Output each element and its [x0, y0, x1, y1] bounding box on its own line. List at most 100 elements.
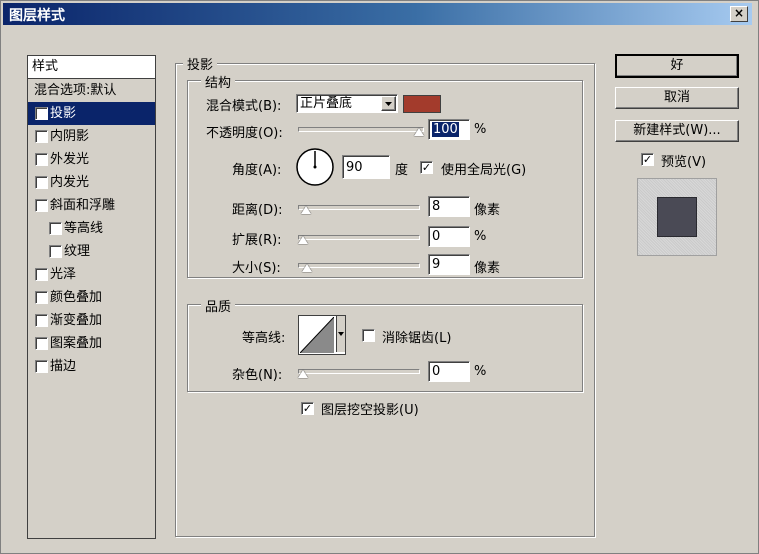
- knockout-checkbox[interactable]: ✓: [301, 402, 314, 415]
- angle-unit: 度: [395, 163, 409, 178]
- style-item[interactable]: 内阴影: [28, 125, 155, 148]
- style-item[interactable]: 内发光: [28, 171, 155, 194]
- spread-slider-thumb[interactable]: [298, 236, 308, 244]
- style-item-label: 渐变叠加: [50, 313, 103, 328]
- contour-picker[interactable]: [298, 315, 346, 355]
- anti-alias-checkbox[interactable]: [362, 329, 375, 342]
- noise-slider-thumb[interactable]: [298, 370, 308, 378]
- angle-label: 角度(A):: [232, 163, 282, 178]
- opacity-value: 100: [432, 122, 459, 137]
- style-item-label: 图案叠加: [50, 336, 103, 351]
- angle-input[interactable]: 90: [342, 155, 390, 179]
- style-item[interactable]: 外发光: [28, 148, 155, 171]
- style-item-checkbox[interactable]: [35, 268, 48, 281]
- style-item-label: 投影: [50, 106, 77, 121]
- ok-button[interactable]: 好: [615, 54, 739, 78]
- preview-thumbnail: [637, 178, 717, 256]
- style-item-label: 斜面和浮雕: [50, 198, 116, 213]
- opacity-slider-track: [298, 127, 424, 132]
- blend-mode-select[interactable]: 正片叠底: [296, 94, 398, 113]
- spread-slider-track: [298, 235, 420, 240]
- preview-checkbox[interactable]: ✓: [641, 153, 654, 166]
- size-value: 9: [432, 257, 441, 272]
- opacity-label: 不透明度(O):: [206, 126, 283, 141]
- size-slider-track: [298, 263, 420, 268]
- window-title: 图层样式: [9, 8, 65, 24]
- size-input[interactable]: 9: [428, 254, 470, 275]
- distance-slider-thumb[interactable]: [301, 206, 312, 214]
- style-item-checkbox[interactable]: [35, 314, 48, 327]
- style-item-checkbox[interactable]: [35, 130, 48, 143]
- style-item[interactable]: 混合选项:默认: [28, 79, 155, 102]
- style-item-checkbox[interactable]: [35, 153, 48, 166]
- style-item[interactable]: 渐变叠加: [28, 309, 155, 332]
- opacity-slider[interactable]: [298, 127, 424, 139]
- style-item[interactable]: 光泽: [28, 263, 155, 286]
- spread-label: 扩展(R):: [232, 233, 282, 248]
- style-item[interactable]: 描边: [28, 355, 155, 378]
- style-item-label: 描边: [50, 359, 77, 374]
- spread-value: 0: [432, 229, 441, 244]
- distance-slider[interactable]: [298, 205, 420, 217]
- style-item-checkbox[interactable]: [35, 176, 48, 189]
- style-item-checkbox[interactable]: [35, 360, 48, 373]
- distance-value: 8: [432, 199, 441, 214]
- size-slider-thumb[interactable]: [302, 264, 313, 272]
- styles-list-items: 混合选项:默认 ✓ 投影内阴影外发光内发光斜面和浮雕等高线纹理光泽颜色叠加渐变叠加图…: [28, 79, 155, 378]
- opacity-unit: %: [474, 122, 487, 137]
- style-item-label: 光泽: [50, 267, 77, 282]
- distance-slider-track: [298, 205, 420, 210]
- style-item-checkbox[interactable]: [35, 291, 48, 304]
- style-item[interactable]: 颜色叠加: [28, 286, 155, 309]
- distance-unit: 像素: [474, 203, 501, 218]
- noise-input[interactable]: 0: [428, 361, 470, 382]
- style-item-checkbox[interactable]: [49, 245, 62, 258]
- contour-dropdown-arrow[interactable]: [336, 316, 345, 352]
- spread-slider[interactable]: [298, 235, 420, 247]
- contour-label: 等高线:: [242, 331, 286, 346]
- style-item[interactable]: 纹理: [28, 240, 155, 263]
- styles-list: 样式 混合选项:默认 ✓ 投影内阴影外发光内发光斜面和浮雕等高线纹理光泽颜色叠加渐变…: [27, 55, 156, 539]
- spread-unit: %: [474, 229, 487, 244]
- opacity-slider-thumb[interactable]: [414, 128, 424, 136]
- close-button[interactable]: ×: [730, 6, 748, 22]
- style-item-label: 等高线: [64, 221, 104, 236]
- chevron-down-icon[interactable]: [381, 96, 396, 111]
- style-item-checkbox[interactable]: [49, 222, 62, 235]
- blend-mode-label: 混合模式(B):: [206, 99, 282, 114]
- opacity-input[interactable]: 100: [428, 119, 470, 140]
- style-item-checkbox[interactable]: ✓: [35, 107, 48, 120]
- layer-style-dialog: 图层样式 × 样式 混合选项:默认 ✓ 投影 内阴影 外发光 内发光 斜面和浮雕 等高线 纹理光…: [0, 0, 759, 554]
- cancel-button[interactable]: 取消: [615, 87, 739, 109]
- style-item-checkbox[interactable]: [35, 337, 48, 350]
- distance-input[interactable]: 8: [428, 196, 470, 217]
- noise-value: 0: [432, 364, 441, 379]
- style-item[interactable]: ✓ 投影: [28, 102, 155, 125]
- style-item[interactable]: 等高线: [28, 217, 155, 240]
- angle-value: 90: [346, 160, 363, 175]
- quality-group-title: 品质: [201, 296, 236, 315]
- style-item-label: 混合选项:默认: [34, 83, 117, 98]
- drop-shadow-group-title: 投影: [183, 54, 218, 73]
- style-item[interactable]: 图案叠加: [28, 332, 155, 355]
- style-item-label: 内发光: [50, 175, 90, 190]
- contour-curve-icon: [300, 317, 334, 353]
- noise-label: 杂色(N):: [232, 368, 283, 383]
- angle-dial[interactable]: [295, 147, 335, 187]
- style-item-label: 外发光: [50, 152, 90, 167]
- size-label: 大小(S):: [232, 261, 281, 276]
- title-bar[interactable]: 图层样式 ×: [3, 3, 752, 25]
- shadow-color-swatch[interactable]: [403, 95, 441, 113]
- style-item-label: 内阴影: [50, 129, 90, 144]
- styles-list-header[interactable]: 样式: [28, 56, 155, 79]
- distance-label: 距离(D):: [232, 203, 283, 218]
- spread-input[interactable]: 0: [428, 226, 470, 247]
- size-slider[interactable]: [298, 263, 420, 275]
- style-item-checkbox[interactable]: [35, 199, 48, 212]
- global-light-checkbox[interactable]: ✓: [420, 161, 433, 174]
- noise-slider[interactable]: [298, 369, 420, 381]
- new-style-button[interactable]: 新建样式(W)...: [615, 120, 739, 142]
- style-item[interactable]: 斜面和浮雕: [28, 194, 155, 217]
- structure-group-title: 结构: [201, 72, 236, 91]
- noise-unit: %: [474, 364, 487, 379]
